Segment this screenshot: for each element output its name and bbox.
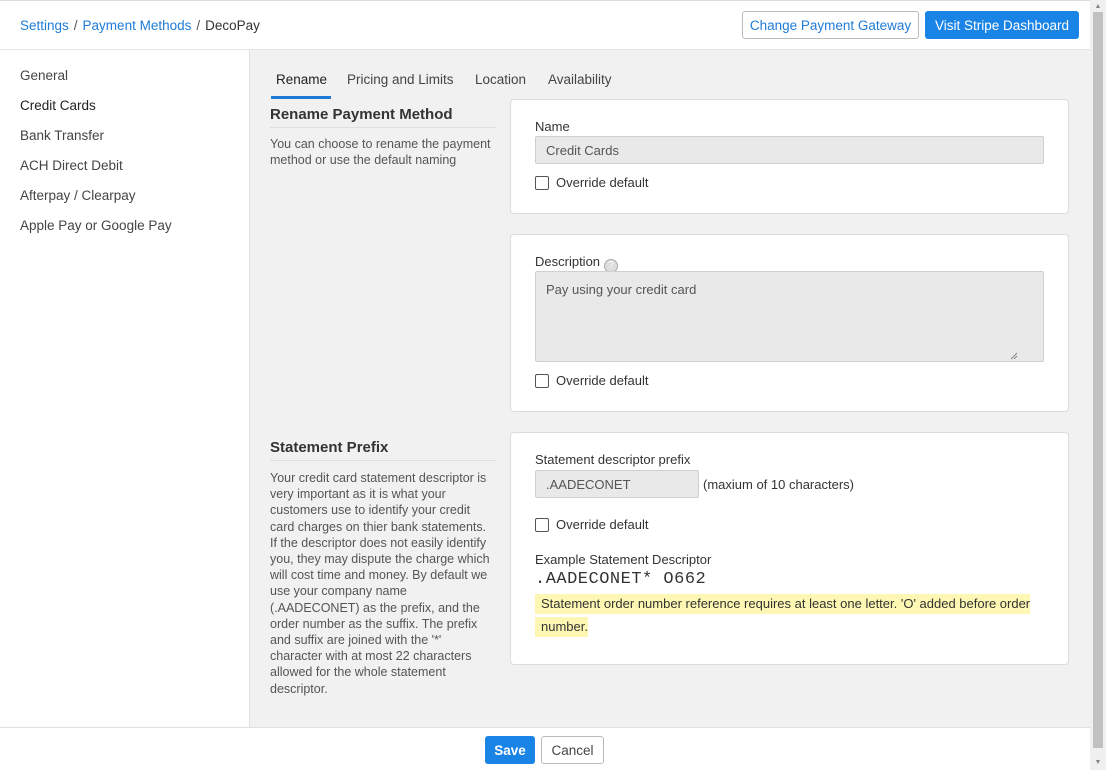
section-divider [270,127,496,128]
triangle-up-icon[interactable]: ▲ [1093,2,1103,10]
rename-section-title: Rename Payment Method [270,106,453,123]
save-button[interactable]: Save [485,736,535,764]
scrollbar-thumb[interactable] [1093,12,1103,748]
override-default-label: Override default [556,175,649,190]
footer-bar: Save Cancel [0,727,1090,770]
tab-location[interactable]: Location [475,72,526,87]
tab-rename[interactable]: Rename [276,72,327,87]
override-default-label: Override default [556,373,649,388]
breadcrumb-payment-methods-link[interactable]: Payment Methods [83,18,192,33]
tab-pricing-and-limits[interactable]: Pricing and Limits [347,72,454,87]
breadcrumb-current: DecoPay [205,18,260,33]
sidebar-item-ach-direct-debit[interactable]: ACH Direct Debit [20,158,123,173]
example-descriptor-label: Example Statement Descriptor [535,552,712,567]
sidebar-item-credit-cards[interactable]: Credit Cards [20,98,96,113]
change-payment-gateway-button[interactable]: Change Payment Gateway [742,11,919,39]
name-input[interactable]: Credit Cards [535,136,1044,164]
sidebar-item-bank-transfer[interactable]: Bank Transfer [20,128,104,143]
active-tab-indicator [271,96,331,99]
statement-prefix-label: Statement descriptor prefix [535,452,691,467]
resize-grip-icon[interactable] [1010,352,1018,360]
visit-stripe-dashboard-button[interactable]: Visit Stripe Dashboard [925,11,1079,39]
description-card: Description? Pay using your credit card … [510,234,1069,412]
tab-availability[interactable]: Availability [548,72,612,87]
description-override-default-checkbox[interactable]: Override default [535,373,649,388]
sidebar-item-general[interactable]: General [20,68,68,83]
breadcrumb-separator: / [73,18,78,33]
statement-override-default-checkbox[interactable]: Override default [535,517,649,532]
breadcrumb-separator: / [196,18,201,33]
sidebar-item-afterpay-clearpay[interactable]: Afterpay / Clearpay [20,188,136,203]
checkbox-box[interactable] [535,517,549,532]
warning-message: Statement order number reference require… [535,592,1043,638]
section-divider [270,460,496,461]
cancel-button[interactable]: Cancel [541,736,604,764]
breadcrumb: Settings / Payment Methods / DecoPay [20,18,260,33]
statement-prefix-input[interactable]: .AADECONET [535,470,699,498]
description-textarea[interactable]: Pay using your credit card [535,271,1044,362]
statement-prefix-hint: (maxium of 10 characters) [703,477,854,492]
statement-section-title: Statement Prefix [270,439,389,456]
triangle-down-icon[interactable]: ▼ [1093,758,1103,766]
statement-prefix-card: Statement descriptor prefix .AADECONET (… [510,432,1069,665]
description-label-text: Description [535,254,601,269]
name-override-default-checkbox[interactable]: Override default [535,175,649,190]
statement-section-description: Your credit card statement descriptor is… [270,471,490,696]
breadcrumb-settings-link[interactable]: Settings [20,18,69,33]
main-content: Rename Pricing and Limits Location Avail… [250,50,1090,727]
warning-text: Statement order number reference require… [535,594,1031,637]
rename-section-description: You can choose to rename the payment met… [270,137,491,168]
example-descriptor-value: .AADECONET* O662 [535,570,707,589]
sidebar: General Credit Cards Bank Transfer ACH D… [0,50,250,727]
checkbox-box[interactable] [535,175,549,190]
name-label: Name [535,119,570,134]
override-default-label: Override default [556,517,649,532]
checkbox-box[interactable] [535,373,549,388]
name-card: Name Credit Cards Override default [510,99,1069,214]
top-bar: Settings / Payment Methods / DecoPay Change … [0,0,1090,50]
sidebar-item-apple-google-pay[interactable]: Apple Pay or Google Pay [20,218,172,233]
